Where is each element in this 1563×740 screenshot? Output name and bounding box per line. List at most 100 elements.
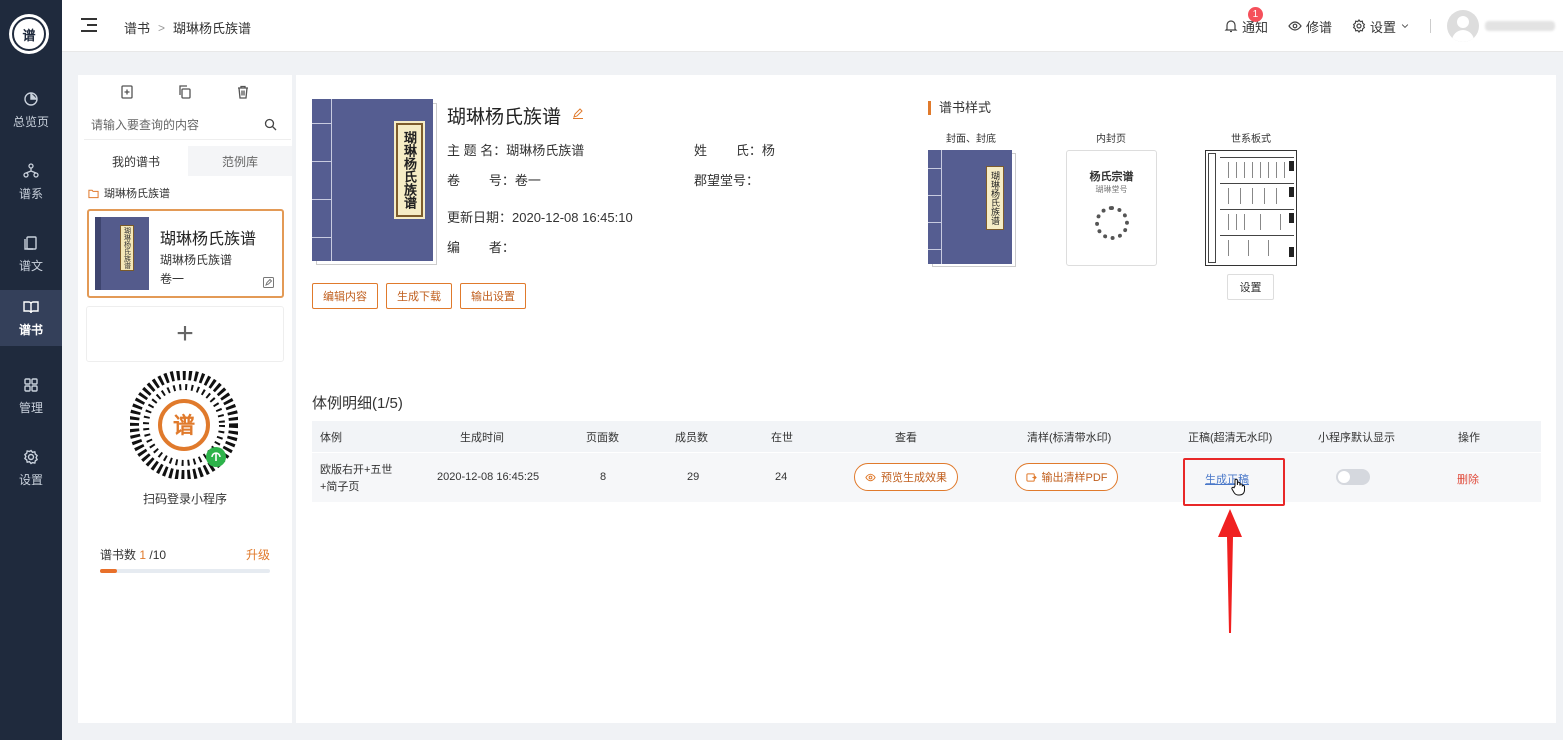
surname-field: 姓 氏：杨 xyxy=(694,143,775,158)
inner-cover-title: 杨氏宗谱 xyxy=(1089,171,1134,183)
layout-row xyxy=(1220,183,1294,207)
nav-item-lineage[interactable]: 谱系 xyxy=(0,154,62,210)
book-card-selected[interactable]: 瑚琳杨氏族谱 瑚琳杨氏族谱 瑚琳杨氏族谱 卷一 xyxy=(87,209,284,298)
search-icon[interactable] xyxy=(264,118,277,131)
col-header: 在世 xyxy=(771,431,793,444)
menu-toggle-icon[interactable] xyxy=(81,18,97,32)
alive-cell: 24 xyxy=(775,471,788,483)
qr-label: 扫码登录小程序 xyxy=(142,492,227,506)
nav-label: 谱系 xyxy=(18,186,43,201)
list-toolbar xyxy=(78,75,292,109)
breadcrumb-separator-icon: > xyxy=(158,20,166,35)
generate-download-button[interactable]: 生成下载 xyxy=(386,283,452,309)
thumb-spine xyxy=(928,150,942,264)
tab-examples[interactable]: 范例库 xyxy=(188,146,292,176)
preview-button[interactable]: 预览生成效果 xyxy=(854,463,958,491)
export-proof-label: 输出清样PDF xyxy=(1041,472,1108,484)
progress-fill xyxy=(100,569,117,573)
book-title: 瑚琳杨氏族谱 xyxy=(447,107,562,128)
col-header: 体例 xyxy=(320,431,342,444)
nav-item-manage[interactable]: 管理 xyxy=(0,368,62,424)
generated-time-cell: 2020-12-08 16:45:25 xyxy=(437,471,540,483)
col-header: 成员数 xyxy=(675,431,708,444)
grid-icon xyxy=(24,377,38,392)
inner-cover-thumbnail[interactable]: 杨氏宗谱 瑚琳堂号 xyxy=(1066,150,1157,266)
export-icon xyxy=(1025,472,1037,482)
layout-block xyxy=(1289,247,1294,257)
nav-label: 设置 xyxy=(18,472,43,487)
folder-item[interactable]: 瑚琳杨氏族谱 xyxy=(88,185,170,201)
search-input[interactable]: 请输入要查询的内容 xyxy=(84,110,291,140)
col-header: 操作 xyxy=(1458,431,1480,444)
style-detail-table: 体例 生成时间 页面数 成员数 在世 查看 清样(标清带水印) 正稿(超清无水印… xyxy=(312,421,1541,502)
scrollbar[interactable] xyxy=(1559,52,1563,740)
breadcrumb: 谱书 > 瑚琳杨氏族谱 xyxy=(124,18,251,37)
book-card-title: 瑚琳杨氏族谱 xyxy=(160,231,257,248)
layout-side-column xyxy=(1208,153,1216,263)
book-cover: 瑚琳杨氏族谱 xyxy=(312,99,433,261)
book-card-subtitle: 瑚琳杨氏族谱 xyxy=(160,253,233,267)
notifications-button[interactable]: 通知 1 xyxy=(1224,6,1268,36)
style-settings-button[interactable]: 设置 xyxy=(1227,274,1274,300)
lineage-layout-thumbnail[interactable] xyxy=(1205,150,1297,266)
app-logo[interactable]: 谱 xyxy=(9,14,49,54)
nav-item-documents[interactable]: 谱文 xyxy=(0,226,62,282)
output-settings-button[interactable]: 输出设置 xyxy=(460,283,526,309)
tab-my-books[interactable]: 我的谱书 xyxy=(84,146,188,176)
layout-row xyxy=(1220,209,1294,233)
thumb-cover-label: 瑚琳杨氏族谱 xyxy=(986,166,1004,230)
trash-icon[interactable] xyxy=(236,85,250,99)
col-header: 页面数 xyxy=(586,431,619,444)
chevron-down-icon xyxy=(1401,24,1409,29)
col-header: 生成时间 xyxy=(460,431,504,444)
count-total: /10 xyxy=(149,548,167,562)
edit-content-button[interactable]: 编辑内容 xyxy=(312,283,378,309)
nav-label: 管理 xyxy=(18,400,43,415)
add-book-button[interactable]: + xyxy=(86,306,284,362)
layout-block xyxy=(1289,213,1294,223)
breadcrumb-item-books[interactable]: 谱书 xyxy=(124,18,150,37)
style-line2: +简子页 xyxy=(320,481,360,493)
col-header: 小程序默认显示 xyxy=(1318,431,1395,444)
copy-icon[interactable] xyxy=(178,85,192,99)
nav-item-overview[interactable]: 总览页 xyxy=(0,82,62,138)
topic-field: 主 题 名：瑚琳杨氏族谱 xyxy=(447,143,585,158)
volume-field: 卷 号：卷一 xyxy=(447,173,541,188)
book-actions: 编辑内容 生成下载 输出设置 xyxy=(312,283,526,309)
count-label: 谱书数 xyxy=(100,548,137,562)
edit-pencil-icon[interactable] xyxy=(572,107,584,119)
book-cover-thumbnail: 瑚琳杨氏族谱 xyxy=(95,217,149,290)
nav-label: 总览页 xyxy=(12,114,49,129)
upgrade-link[interactable]: 升级 xyxy=(246,546,270,563)
layout-block xyxy=(1289,187,1294,197)
bell-icon xyxy=(1224,20,1238,33)
gear-icon xyxy=(23,449,39,464)
layout-block xyxy=(1289,161,1294,171)
add-file-icon[interactable] xyxy=(120,85,134,99)
eye-icon xyxy=(1288,21,1302,31)
edit-icon[interactable] xyxy=(263,277,274,288)
cover-style-thumbnail[interactable]: 瑚琳杨氏族谱 xyxy=(928,150,1012,264)
mini-program-default-toggle[interactable] xyxy=(1336,469,1370,485)
username-blurred[interactable] xyxy=(1485,21,1555,31)
style-section-title: 谱书样式 xyxy=(928,101,991,115)
book-count-row: 谱书数 1 /10 升级 xyxy=(100,546,270,563)
nav-item-settings[interactable]: 设置 xyxy=(0,440,62,496)
delete-link[interactable]: 删除 xyxy=(1457,471,1479,487)
thumb-label-layout: 世系板式 xyxy=(1231,134,1271,145)
search-placeholder: 请输入要查询的内容 xyxy=(91,118,200,132)
style-line1: 欧版右开+五世 xyxy=(320,464,393,476)
edit-genealogy-button[interactable]: 修谱 xyxy=(1288,17,1332,36)
avatar[interactable] xyxy=(1447,10,1479,42)
nav-item-books[interactable]: 谱书 xyxy=(0,290,62,346)
preview-label: 预览生成效果 xyxy=(881,472,947,484)
settings-dropdown[interactable]: 设置 xyxy=(1352,17,1410,36)
count-used: 1 xyxy=(139,548,147,562)
col-header: 清样(标清带水印) xyxy=(1027,431,1112,444)
eye-icon xyxy=(865,473,876,481)
export-proof-pdf-button[interactable]: 输出清样PDF xyxy=(1015,463,1118,491)
cover-label: 瑚琳杨氏族谱 xyxy=(120,225,134,271)
folder-icon xyxy=(88,189,99,198)
cover-title-label: 瑚琳杨氏族谱 xyxy=(394,121,425,219)
notification-badge: 1 xyxy=(1247,6,1263,22)
